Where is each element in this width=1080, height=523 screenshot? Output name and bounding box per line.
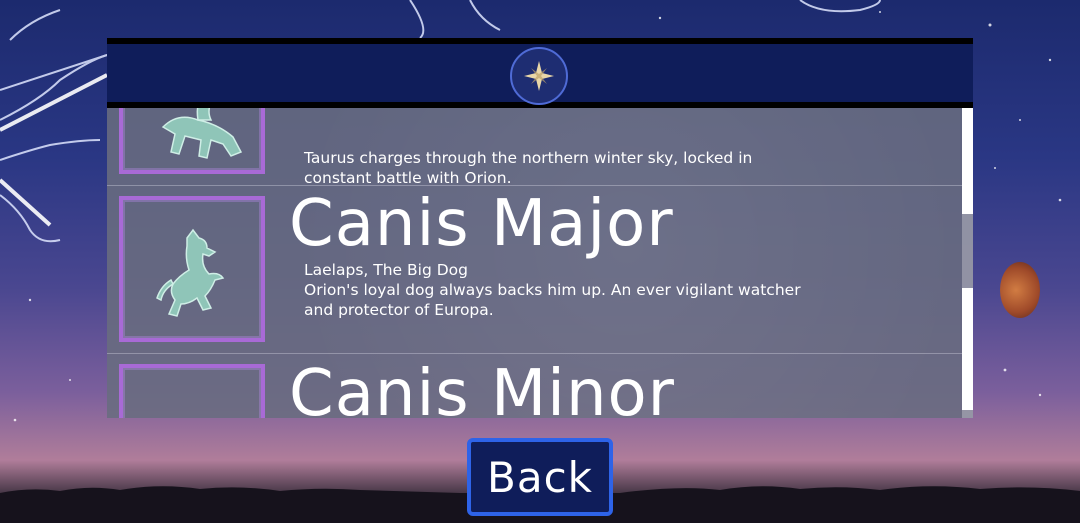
item-description: Taurus charges through the northern wint… xyxy=(304,149,753,187)
back-button[interactable]: Back xyxy=(467,438,613,516)
item-name: Canis Minor xyxy=(289,357,675,418)
scrollbar-thumb-top[interactable] xyxy=(962,108,973,214)
scrollbar-track[interactable] xyxy=(962,108,973,418)
compass-star-icon xyxy=(510,47,568,105)
item-description: Orion's loyal dog always backs him up. A… xyxy=(304,281,801,319)
item-name: Canis Major xyxy=(289,187,674,261)
item-subtitle: Laelaps, The Big Dog xyxy=(304,261,468,279)
panel-header xyxy=(107,38,973,108)
little-dog-icon xyxy=(123,368,261,418)
constellation-thumbnail xyxy=(119,196,265,342)
constellation-thumbnail xyxy=(119,364,265,418)
list-item-canis-minor[interactable]: Canis Minor xyxy=(107,354,962,418)
scrollbar-thumb[interactable] xyxy=(962,288,973,410)
constellation-panel: Taurus charges through the northern wint… xyxy=(107,38,973,418)
list-item-canis-major[interactable]: Canis Major Laelaps, The Big Dog Orion's… xyxy=(107,186,962,354)
big-dog-icon xyxy=(156,228,225,317)
red-planet xyxy=(1000,262,1040,318)
